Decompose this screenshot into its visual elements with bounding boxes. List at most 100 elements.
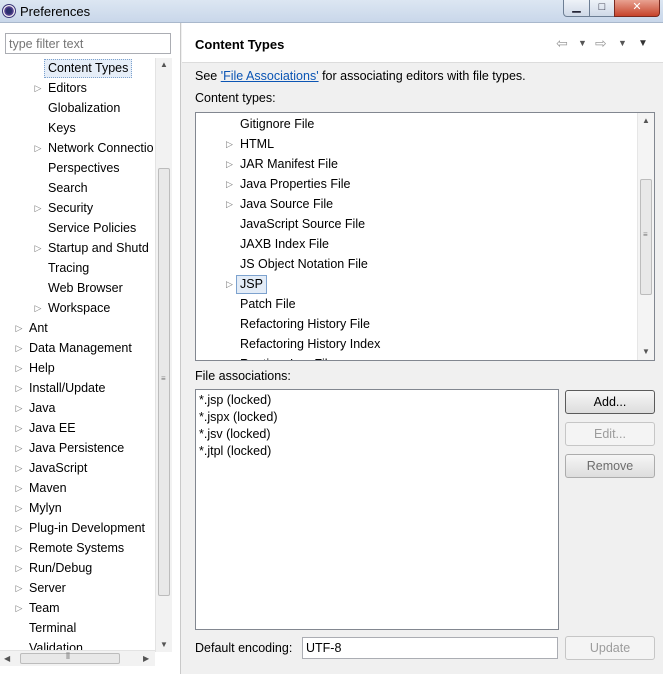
file-associations-list[interactable]: *.jsp (locked) *.jspx (locked) *.jsv (lock… [195,389,559,630]
tree-item-label: Content Types [44,59,133,78]
content-types-scroll-thumb[interactable]: ≡ [640,179,652,295]
tree-item-label: Team [29,601,60,615]
content-types-label: Content types: [195,91,276,105]
expand-arrow-icon[interactable]: ▷ [33,198,43,218]
tree-item-label: Validation [29,641,83,650]
scroll-right-icon[interactable]: ▶ [143,654,149,663]
content-type-label: HTML [240,137,275,151]
back-arrow-icon[interactable]: ⇦ [556,35,568,52]
page-title: Content Types [195,37,285,52]
edit-button[interactable]: Edit... [565,422,655,446]
tree-item-label: Globalization [48,101,121,115]
scroll-up-icon[interactable]: ▲ [642,116,650,125]
scroll-down-icon[interactable]: ▼ [642,347,650,356]
file-association-item[interactable]: *.jspx (locked) [199,409,555,426]
scroll-down-icon[interactable]: ▼ [160,640,168,649]
content-type-label: Refactoring History File [240,317,370,331]
expand-arrow-icon[interactable]: ▷ [14,518,24,538]
tree-item-label: Run/Debug [29,561,93,575]
expand-arrow-icon[interactable]: ▷ [14,358,24,378]
file-association-item[interactable]: *.jsp (locked) [199,392,555,409]
expand-arrow-icon[interactable]: ▷ [14,438,24,458]
tree-item-label: Search [48,181,88,195]
description-prefix: See [195,69,221,83]
update-button[interactable]: Update [565,636,655,660]
back-dropdown-icon[interactable]: ▼ [578,38,587,48]
tree-item-label: Help [29,361,55,375]
expand-arrow-icon[interactable]: ▷ [33,298,43,318]
expand-arrow-icon[interactable]: ▷ [14,318,24,338]
filter-input[interactable] [5,33,171,54]
scroll-up-icon[interactable]: ▲ [160,60,168,69]
tree-item-label: Java Persistence [29,441,125,455]
expand-arrow-icon[interactable]: ▷ [14,538,24,558]
minimize-icon: ▁ [572,1,581,13]
grip-icon: ≡ [161,374,166,383]
tree-horizontal-scroll-thumb[interactable]: ⦀ [20,651,120,664]
expand-arrow-icon[interactable]: ▷ [33,78,43,98]
content-types-page: Content Types ⇦ ▼ ⇨ ▼ ▼ See 'File Associ… [182,23,663,674]
tree-item-label: Workspace [48,301,111,315]
minimize-button[interactable]: ▁ [563,0,590,17]
expand-arrow-icon[interactable]: ▷ [14,598,24,618]
tree-item-label: Tracing [48,261,90,275]
file-association-item[interactable]: *.jsv (locked) [199,426,555,443]
expand-arrow-icon[interactable]: ▷ [226,174,233,194]
file-associations-label: File associations: [195,369,291,383]
content-type-label: Java Properties File [240,177,351,191]
forward-dropdown-icon[interactable]: ▼ [618,38,627,48]
tree-item-label: Startup and Shutd [48,241,149,255]
expand-arrow-icon[interactable]: ▷ [14,558,24,578]
tree-item-label: Service Policies [48,221,137,235]
preferences-tree: Content Types ▷ Editors Globalization Keys ▷ N… [0,58,155,650]
tree-item-label: Data Management [29,341,132,355]
scroll-left-icon[interactable]: ◀ [4,654,10,663]
tree-item-label: Plug-in Development [29,521,146,535]
grip-icon: ⦀ [66,651,70,661]
file-associations-link[interactable]: 'File Associations' [221,69,319,83]
content-types-tree[interactable]: Gitignore File ▷ HTML ▷ JAR Manifest File ▷ Ja… [195,112,655,361]
tree-vertical-scrollbar[interactable]: ▲ ≡ ▼ [155,58,172,652]
forward-arrow-icon[interactable]: ⇨ [595,35,607,52]
file-association-item[interactable]: *.jtpl (locked) [199,443,555,460]
tree-item-label: Web Browser [48,281,123,295]
expand-arrow-icon[interactable]: ▷ [33,138,43,158]
expand-arrow-icon[interactable]: ▷ [14,338,24,358]
content-type-label: JAXB Index File [240,237,329,251]
close-icon: ✕ [632,1,642,13]
close-button[interactable]: ✕ [614,0,660,17]
view-menu-icon[interactable]: ▼ [638,38,648,49]
tree-item-label: Editors [48,81,87,95]
expand-arrow-icon[interactable]: ▷ [14,398,24,418]
expand-arrow-icon[interactable]: ▷ [14,378,24,398]
tree-item-label: Server [29,581,66,595]
expand-arrow-icon[interactable]: ▷ [226,274,233,294]
expand-arrow-icon[interactable]: ▷ [14,458,24,478]
content-type-label: Refactoring History Index [240,337,381,351]
content-type-label: Java Source File [240,197,334,211]
remove-button[interactable]: Remove [565,454,655,478]
description-suffix: for associating editors with file types. [318,69,526,83]
tree-vertical-scroll-thumb[interactable]: ≡ [158,168,170,596]
tree-item-label: Remote Systems [29,541,125,555]
tree-item-label: JavaScript [29,461,88,475]
tree-item-label: Terminal [29,621,77,635]
expand-arrow-icon[interactable]: ▷ [226,154,233,174]
expand-arrow-icon[interactable]: ▷ [14,498,24,518]
default-encoding-input[interactable] [302,637,558,659]
add-button[interactable]: Add... [565,390,655,414]
expand-arrow-icon[interactable]: ▷ [33,238,43,258]
window-title: Preferences [20,4,91,19]
expand-arrow-icon[interactable]: ▷ [14,478,24,498]
maximize-button[interactable]: □ [589,0,615,17]
page-description: See 'File Associations' for associating … [195,69,526,83]
expand-arrow-icon[interactable]: ▷ [14,578,24,598]
tree-horizontal-scrollbar[interactable]: ◀ ⦀ ▶ [0,650,155,666]
expand-arrow-icon[interactable]: ▷ [226,134,233,154]
tree-item-label: Security [48,201,94,215]
content-types-scrollbar[interactable]: ▲ ≡ ▼ [637,113,654,360]
expand-arrow-icon[interactable]: ▷ [226,194,233,214]
title-bar: Preferences ▁ □ ✕ [0,0,663,23]
tree-item-label: Network Connectio [48,141,154,155]
expand-arrow-icon[interactable]: ▷ [14,418,24,438]
